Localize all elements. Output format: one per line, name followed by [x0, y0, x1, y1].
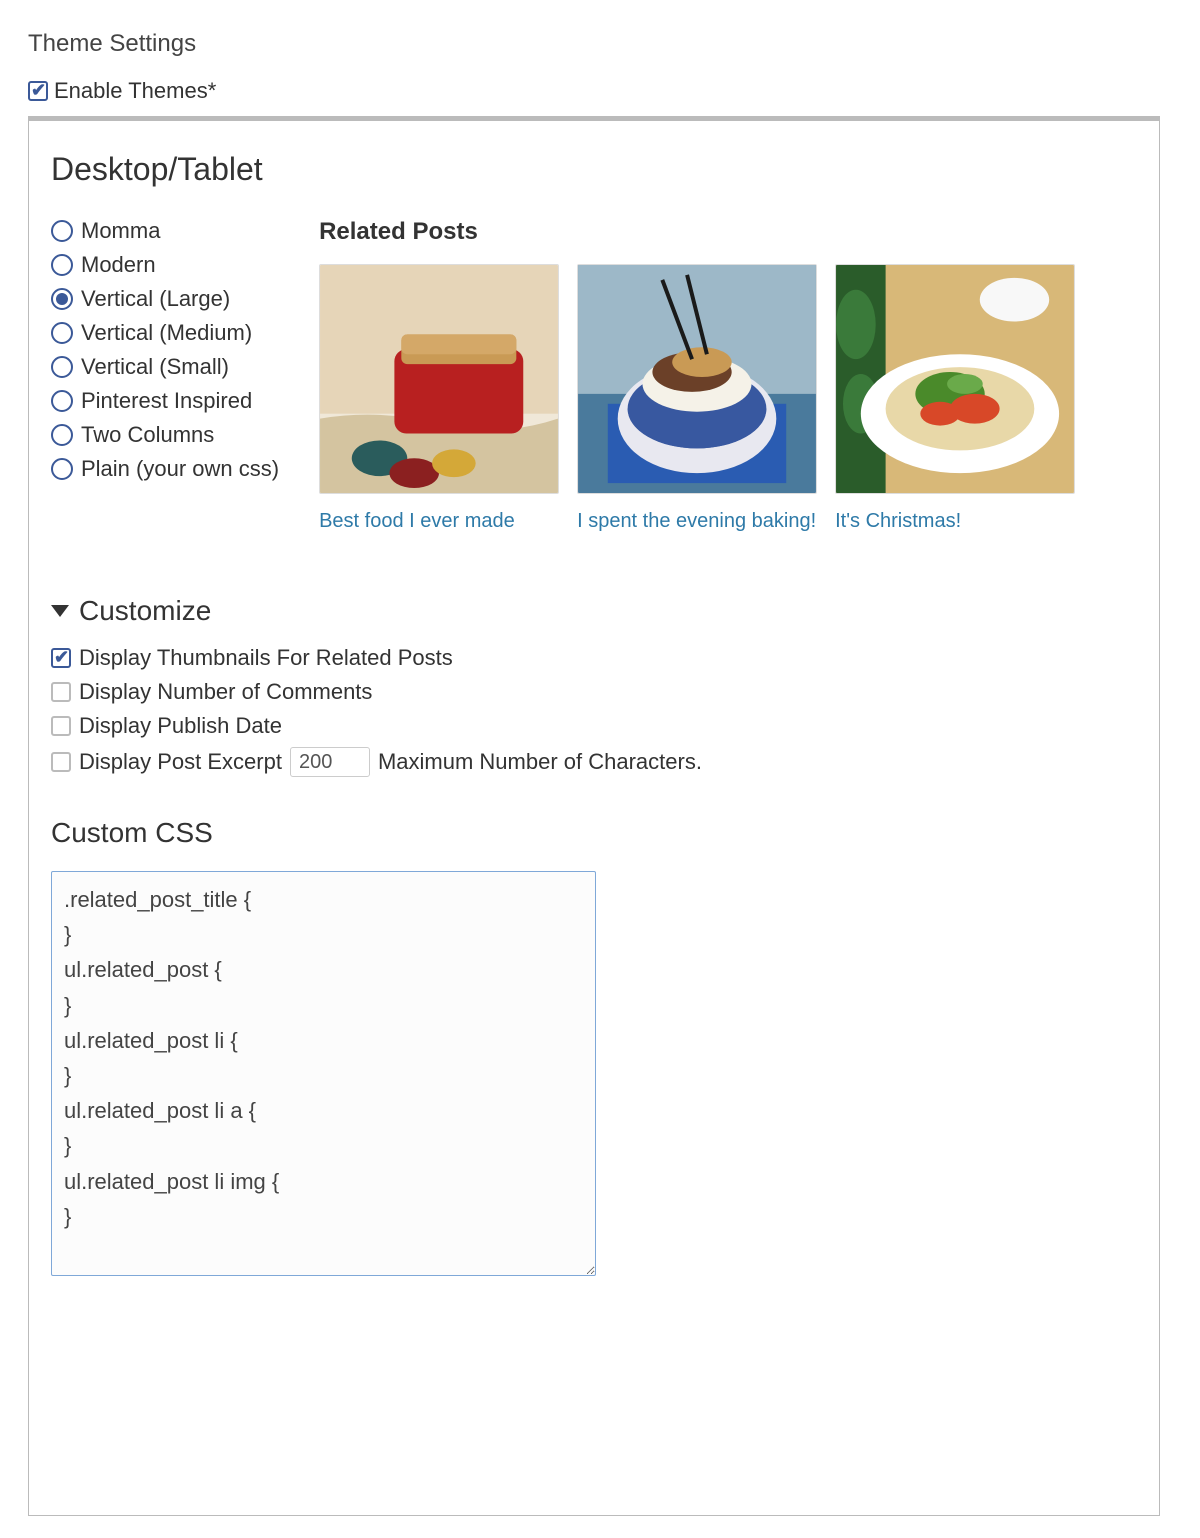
theme-label: Modern	[81, 252, 156, 278]
customize-heading: Customize	[79, 595, 211, 627]
enable-themes-checkbox[interactable]	[28, 81, 48, 101]
preview-column: Related Posts	[319, 218, 1137, 535]
theme-label: Vertical (Large)	[81, 286, 230, 312]
custom-css-textarea[interactable]	[51, 871, 596, 1276]
custom-css-heading: Custom CSS	[51, 817, 1137, 849]
customize-options: Display Thumbnails For Related Posts Dis…	[51, 645, 1137, 777]
preview-thumbnail	[835, 264, 1075, 494]
theme-option-vertical-medium[interactable]: Vertical (Medium)	[51, 320, 279, 346]
theme-radio[interactable]	[51, 458, 73, 480]
section-heading: Desktop/Tablet	[51, 151, 1137, 188]
theme-radio-list: Momma Modern Vertical (Large) Vertical (…	[51, 218, 279, 482]
checkbox-label: Display Thumbnails For Related Posts	[79, 645, 453, 671]
theme-option-pinterest[interactable]: Pinterest Inspired	[51, 388, 279, 414]
caret-down-icon	[51, 605, 69, 617]
theme-radio[interactable]	[51, 220, 73, 242]
theme-radio[interactable]	[51, 322, 73, 344]
theme-label: Momma	[81, 218, 160, 244]
preview-card: Best food I ever made	[319, 264, 559, 535]
theme-label: Vertical (Medium)	[81, 320, 252, 346]
theme-label: Pinterest Inspired	[81, 388, 252, 414]
preview-card: I spent the evening baking!	[577, 264, 817, 535]
preview-title: Related Posts	[319, 218, 1137, 246]
option-display-date[interactable]: Display Publish Date	[51, 713, 1137, 739]
option-display-excerpt[interactable]: Display Post Excerpt Maximum Number of C…	[51, 747, 1137, 777]
theme-option-plain[interactable]: Plain (your own css)	[51, 456, 279, 482]
theme-option-modern[interactable]: Modern	[51, 252, 279, 278]
checkbox[interactable]	[51, 752, 71, 772]
theme-option-two-columns[interactable]: Two Columns	[51, 422, 279, 448]
checkbox[interactable]	[51, 682, 71, 702]
checkbox[interactable]	[51, 716, 71, 736]
preview-thumbnail	[577, 264, 817, 494]
theme-radio[interactable]	[51, 288, 73, 310]
page-title: Theme Settings	[28, 30, 1160, 58]
preview-card: It's Christmas!	[835, 264, 1075, 535]
checkbox-label: Display Post Excerpt	[79, 749, 282, 775]
theme-radio[interactable]	[51, 254, 73, 276]
preview-caption: Best food I ever made	[319, 508, 559, 535]
theme-radio[interactable]	[51, 390, 73, 412]
preview-caption: It's Christmas!	[835, 508, 1075, 535]
theme-label: Plain (your own css)	[81, 456, 279, 482]
customize-toggle[interactable]: Customize	[51, 595, 1137, 627]
excerpt-length-input[interactable]	[290, 747, 370, 777]
checkbox-label: Display Number of Comments	[79, 679, 372, 705]
theme-radio[interactable]	[51, 424, 73, 446]
theme-option-vertical-small[interactable]: Vertical (Small)	[51, 354, 279, 380]
enable-themes-label: Enable Themes*	[54, 78, 216, 104]
enable-themes-row: Enable Themes*	[28, 78, 1160, 104]
preview-thumbnail	[319, 264, 559, 494]
theme-option-vertical-large[interactable]: Vertical (Large)	[51, 286, 279, 312]
preview-caption: I spent the evening baking!	[577, 508, 817, 535]
option-display-comments[interactable]: Display Number of Comments	[51, 679, 1137, 705]
excerpt-suffix: Maximum Number of Characters.	[378, 749, 702, 775]
preview-cards: Best food I ever made	[319, 264, 1137, 535]
checkbox[interactable]	[51, 648, 71, 668]
panels: Momma Modern Vertical (Large) Vertical (…	[51, 218, 1137, 535]
theme-radio[interactable]	[51, 356, 73, 378]
settings-panel: Desktop/Tablet Momma Modern Vertical (La…	[28, 116, 1160, 1516]
theme-option-momma[interactable]: Momma	[51, 218, 279, 244]
theme-label: Vertical (Small)	[81, 354, 229, 380]
option-display-thumbnails[interactable]: Display Thumbnails For Related Posts	[51, 645, 1137, 671]
checkbox-label: Display Publish Date	[79, 713, 282, 739]
theme-label: Two Columns	[81, 422, 214, 448]
